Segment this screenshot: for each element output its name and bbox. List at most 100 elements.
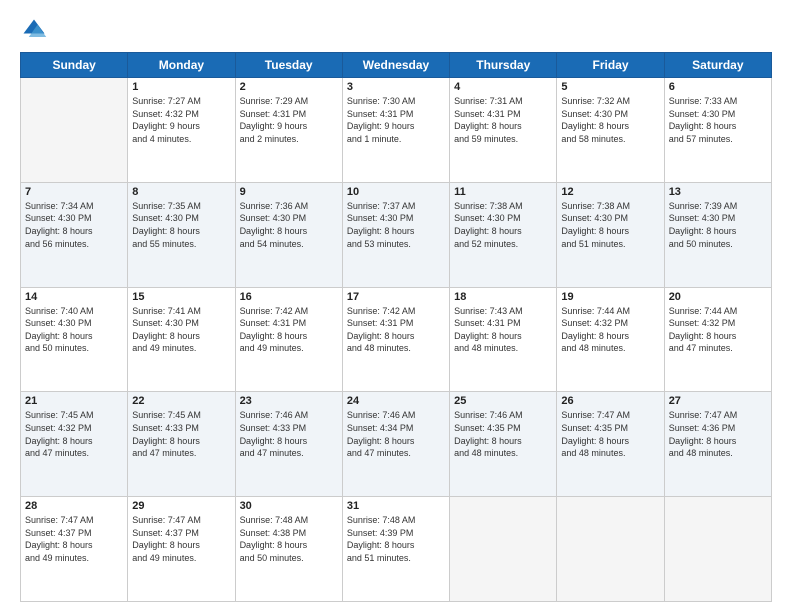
cell-info: Sunrise: 7:45 AM Sunset: 4:33 PM Dayligh… <box>132 409 230 459</box>
calendar-cell: 7 Sunrise: 7:34 AM Sunset: 4:30 PM Daylig… <box>21 182 128 287</box>
calendar-cell <box>557 497 664 602</box>
cell-info: Sunrise: 7:33 AM Sunset: 4:30 PM Dayligh… <box>669 95 767 145</box>
day-header-tuesday: Tuesday <box>235 53 342 78</box>
day-number: 4 <box>454 81 552 93</box>
calendar-cell: 16Sunrise: 7:42 AM Sunset: 4:31 PM Dayli… <box>235 287 342 392</box>
calendar-cell: 26 Sunrise: 7:47 AM Sunset: 4:35 PM Dayli… <box>557 392 664 497</box>
cell-info: Sunrise: 7:37 AM Sunset: 4:30 PM Dayligh… <box>347 200 445 250</box>
day-number: 7 <box>25 186 123 198</box>
cell-info: Sunrise: 7:47 AM Sunset: 4:37 PM Dayligh… <box>132 514 230 564</box>
logo <box>20 16 52 44</box>
calendar-cell: 20 Sunrise: 7:44 AM Sunset: 4:32 PM Dayli… <box>664 287 771 392</box>
day-number: 3 <box>347 81 445 93</box>
calendar-cell <box>450 497 557 602</box>
day-number: 5 <box>561 81 659 93</box>
cell-info: Sunrise: 7:47 AM Sunset: 4:37 PM Dayligh… <box>25 514 123 564</box>
calendar-cell: 21 Sunrise: 7:45 AM Sunset: 4:32 PM Dayli… <box>21 392 128 497</box>
day-number: 25 <box>454 395 552 407</box>
cell-info: Sunrise: 7:29 AM Sunset: 4:31 PM Dayligh… <box>240 95 338 145</box>
calendar-cell <box>664 497 771 602</box>
calendar-cell: 11Sunrise: 7:38 AM Sunset: 4:30 PM Dayli… <box>450 182 557 287</box>
calendar-week-row: 28Sunrise: 7:47 AM Sunset: 4:37 PM Dayli… <box>21 497 772 602</box>
calendar-cell: 25 Sunrise: 7:46 AM Sunset: 4:35 PM Dayli… <box>450 392 557 497</box>
calendar-cell: 23 Sunrise: 7:46 AM Sunset: 4:33 PM Dayli… <box>235 392 342 497</box>
calendar-cell: 30Sunrise: 7:48 AM Sunset: 4:38 PM Dayli… <box>235 497 342 602</box>
calendar-cell: 3Sunrise: 7:30 AM Sunset: 4:31 PM Daylig… <box>342 78 449 183</box>
day-header-thursday: Thursday <box>450 53 557 78</box>
day-number: 8 <box>132 186 230 198</box>
cell-info: Sunrise: 7:41 AM Sunset: 4:30 PM Dayligh… <box>132 305 230 355</box>
calendar-cell: 5 Sunrise: 7:32 AM Sunset: 4:30 PM Daylig… <box>557 78 664 183</box>
day-number: 23 <box>240 395 338 407</box>
day-number: 31 <box>347 500 445 512</box>
day-number: 2 <box>240 81 338 93</box>
cell-info: Sunrise: 7:38 AM Sunset: 4:30 PM Dayligh… <box>454 200 552 250</box>
calendar-table: SundayMondayTuesdayWednesdayThursdayFrid… <box>20 52 772 602</box>
cell-info: Sunrise: 7:47 AM Sunset: 4:36 PM Dayligh… <box>669 409 767 459</box>
day-header-monday: Monday <box>128 53 235 78</box>
calendar-cell: 17Sunrise: 7:42 AM Sunset: 4:31 PM Dayli… <box>342 287 449 392</box>
calendar-cell: 31Sunrise: 7:48 AM Sunset: 4:39 PM Dayli… <box>342 497 449 602</box>
cell-info: Sunrise: 7:43 AM Sunset: 4:31 PM Dayligh… <box>454 305 552 355</box>
calendar-cell: 8Sunrise: 7:35 AM Sunset: 4:30 PM Daylig… <box>128 182 235 287</box>
cell-info: Sunrise: 7:47 AM Sunset: 4:35 PM Dayligh… <box>561 409 659 459</box>
day-number: 27 <box>669 395 767 407</box>
calendar-cell: 29 Sunrise: 7:47 AM Sunset: 4:37 PM Dayli… <box>128 497 235 602</box>
day-header-wednesday: Wednesday <box>342 53 449 78</box>
calendar-cell: 22 Sunrise: 7:45 AM Sunset: 4:33 PM Dayli… <box>128 392 235 497</box>
cell-info: Sunrise: 7:45 AM Sunset: 4:32 PM Dayligh… <box>25 409 123 459</box>
cell-info: Sunrise: 7:27 AM Sunset: 4:32 PM Dayligh… <box>132 95 230 145</box>
calendar-cell: 15 Sunrise: 7:41 AM Sunset: 4:30 PM Dayli… <box>128 287 235 392</box>
day-number: 19 <box>561 291 659 303</box>
day-number: 14 <box>25 291 123 303</box>
calendar-cell: 9Sunrise: 7:36 AM Sunset: 4:30 PM Daylig… <box>235 182 342 287</box>
calendar-cell: 19 Sunrise: 7:44 AM Sunset: 4:32 PM Dayli… <box>557 287 664 392</box>
cell-info: Sunrise: 7:40 AM Sunset: 4:30 PM Dayligh… <box>25 305 123 355</box>
calendar-cell: 1 Sunrise: 7:27 AM Sunset: 4:32 PM Daylig… <box>128 78 235 183</box>
day-number: 12 <box>561 186 659 198</box>
calendar-cell: 4 Sunrise: 7:31 AM Sunset: 4:31 PM Daylig… <box>450 78 557 183</box>
day-header-friday: Friday <box>557 53 664 78</box>
day-number: 20 <box>669 291 767 303</box>
calendar-week-row: 14 Sunrise: 7:40 AM Sunset: 4:30 PM Dayli… <box>21 287 772 392</box>
calendar-cell: 10 Sunrise: 7:37 AM Sunset: 4:30 PM Dayli… <box>342 182 449 287</box>
cell-info: Sunrise: 7:39 AM Sunset: 4:30 PM Dayligh… <box>669 200 767 250</box>
day-number: 1 <box>132 81 230 93</box>
day-number: 16 <box>240 291 338 303</box>
calendar-week-row: 7 Sunrise: 7:34 AM Sunset: 4:30 PM Daylig… <box>21 182 772 287</box>
calendar-cell: 27 Sunrise: 7:47 AM Sunset: 4:36 PM Dayli… <box>664 392 771 497</box>
day-header-saturday: Saturday <box>664 53 771 78</box>
calendar-cell: 28Sunrise: 7:47 AM Sunset: 4:37 PM Dayli… <box>21 497 128 602</box>
cell-info: Sunrise: 7:46 AM Sunset: 4:34 PM Dayligh… <box>347 409 445 459</box>
cell-info: Sunrise: 7:38 AM Sunset: 4:30 PM Dayligh… <box>561 200 659 250</box>
day-number: 10 <box>347 186 445 198</box>
calendar-cell: 13 Sunrise: 7:39 AM Sunset: 4:30 PM Dayli… <box>664 182 771 287</box>
calendar-header-row: SundayMondayTuesdayWednesdayThursdayFrid… <box>21 53 772 78</box>
cell-info: Sunrise: 7:32 AM Sunset: 4:30 PM Dayligh… <box>561 95 659 145</box>
header <box>20 16 772 44</box>
calendar-week-row: 1 Sunrise: 7:27 AM Sunset: 4:32 PM Daylig… <box>21 78 772 183</box>
day-number: 22 <box>132 395 230 407</box>
day-number: 21 <box>25 395 123 407</box>
page: SundayMondayTuesdayWednesdayThursdayFrid… <box>0 0 792 612</box>
cell-info: Sunrise: 7:48 AM Sunset: 4:38 PM Dayligh… <box>240 514 338 564</box>
cell-info: Sunrise: 7:34 AM Sunset: 4:30 PM Dayligh… <box>25 200 123 250</box>
cell-info: Sunrise: 7:31 AM Sunset: 4:31 PM Dayligh… <box>454 95 552 145</box>
calendar-cell: 18Sunrise: 7:43 AM Sunset: 4:31 PM Dayli… <box>450 287 557 392</box>
day-number: 26 <box>561 395 659 407</box>
day-number: 29 <box>132 500 230 512</box>
day-number: 15 <box>132 291 230 303</box>
logo-icon <box>20 16 48 44</box>
day-number: 9 <box>240 186 338 198</box>
cell-info: Sunrise: 7:44 AM Sunset: 4:32 PM Dayligh… <box>561 305 659 355</box>
day-number: 6 <box>669 81 767 93</box>
cell-info: Sunrise: 7:46 AM Sunset: 4:35 PM Dayligh… <box>454 409 552 459</box>
day-number: 13 <box>669 186 767 198</box>
day-header-sunday: Sunday <box>21 53 128 78</box>
cell-info: Sunrise: 7:46 AM Sunset: 4:33 PM Dayligh… <box>240 409 338 459</box>
calendar-cell <box>21 78 128 183</box>
calendar-cell: 12 Sunrise: 7:38 AM Sunset: 4:30 PM Dayli… <box>557 182 664 287</box>
cell-info: Sunrise: 7:42 AM Sunset: 4:31 PM Dayligh… <box>347 305 445 355</box>
calendar-cell: 2 Sunrise: 7:29 AM Sunset: 4:31 PM Daylig… <box>235 78 342 183</box>
cell-info: Sunrise: 7:44 AM Sunset: 4:32 PM Dayligh… <box>669 305 767 355</box>
